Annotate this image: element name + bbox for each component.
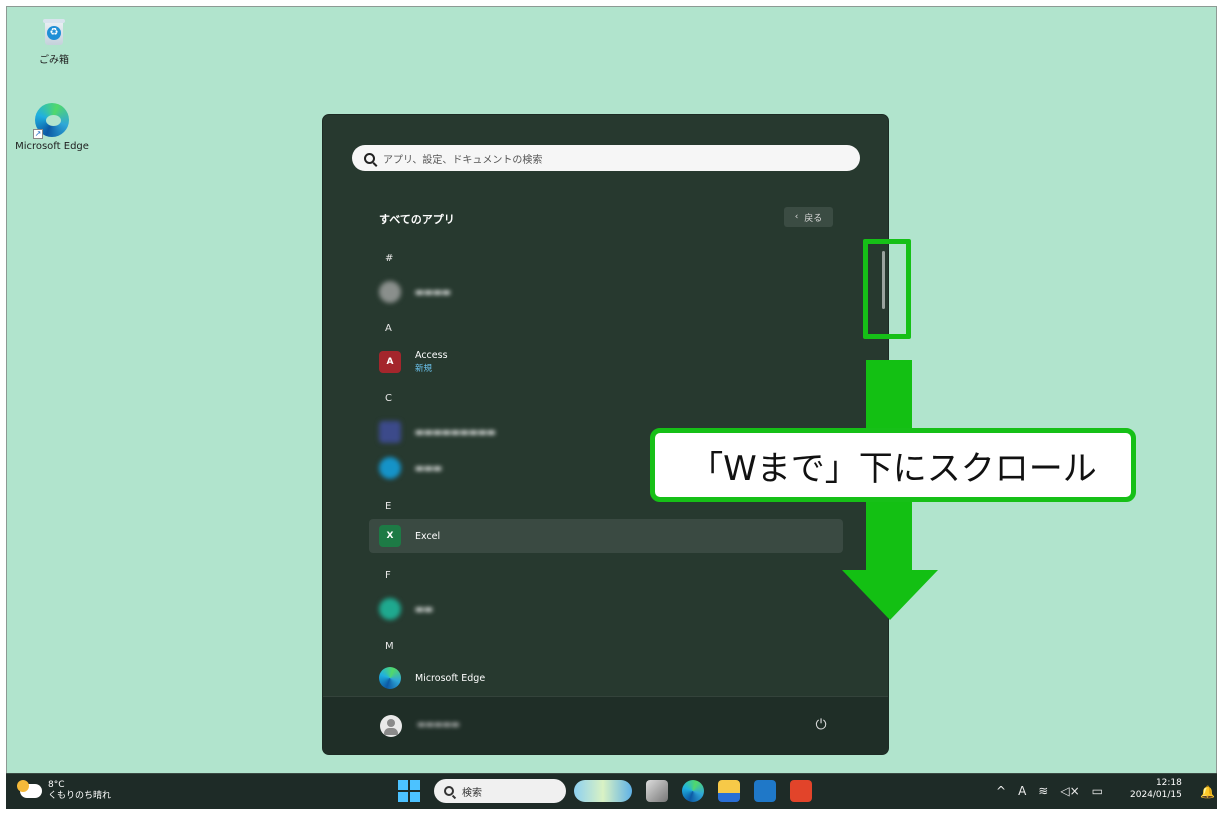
excel-label: Excel [415,530,441,542]
back-button[interactable]: ‹ 戻る [784,207,833,227]
power-icon[interactable]: ⏻ [813,717,829,733]
cortana-icon [379,457,401,479]
desktop-icon-recycle-bin[interactable]: ♻ ごみ箱 [9,17,99,66]
task-view-icon[interactable] [646,780,668,802]
edge-taskbar-icon[interactable] [682,780,704,802]
chevron-left-icon: ‹ [794,212,799,222]
edge-icon: ↗ [33,103,69,139]
start-footer: ▬▬▬▬▬ ⏻ [323,696,888,754]
excel-icon: X [379,525,401,547]
windows-start-icon[interactable] [398,780,420,802]
letter-header[interactable]: M [385,641,394,652]
recycle-bin-label: ごみ箱 [39,55,69,66]
file-explorer-icon[interactable] [718,780,740,802]
scrollbar-highlight-box [863,239,911,339]
letter-header[interactable]: F [385,570,391,581]
clock-time: 12:18 [1155,778,1182,788]
app-label-blurred: ▬▬ [415,603,433,615]
taskbar-search[interactable]: 検索 [434,779,566,803]
system-tray: ^ A ≋ ◁× ▭ [996,784,1103,798]
letter-header[interactable]: E [385,501,391,512]
search-icon [444,786,454,796]
notification-bell-icon[interactable]: 🔔 [1200,785,1215,799]
start-search-box[interactable]: アプリ、設定、ドキュメントの検索 [352,145,860,171]
app-label-blurred: ▬▬▬▬▬▬▬▬▬ [415,426,496,438]
access-text: Access 新規 [415,350,448,374]
letter-header[interactable]: # [385,253,393,264]
back-button-label: 戻る [804,213,823,224]
letter-header[interactable]: C [385,393,392,404]
wifi-icon[interactable]: ≋ [1038,784,1048,798]
app-label-blurred: ▬▬▬ [415,462,442,474]
clock[interactable]: 12:18 2024/01/15 [1130,777,1182,801]
desktop-icon-edge[interactable]: ↗ Microsoft Edge [7,103,97,152]
recycle-bin-icon: ♻ [43,17,65,47]
clipchamp-icon [379,421,401,443]
app-item-family[interactable]: ▬▬ [369,592,843,626]
family-icon [379,598,401,620]
speaker-muted-icon[interactable]: ◁× [1060,784,1079,798]
search-highlight-image[interactable] [574,780,632,802]
all-apps-title: すべてのアプリ [379,213,455,226]
new-badge: 新規 [415,364,433,374]
weather-temp: 8°C [48,780,65,790]
ime-indicator[interactable]: A [1018,784,1026,798]
mail-icon[interactable] [754,780,776,802]
letter-header[interactable]: A [385,323,392,334]
instruction-callout: 「Wまで」下にスクロール [650,428,1136,502]
search-icon [364,152,375,164]
app-item-excel[interactable]: X Excel [369,519,843,553]
battery-icon[interactable]: ▭ [1092,784,1103,798]
user-name[interactable]: ▬▬▬▬▬ [417,720,460,730]
shortcut-arrow-icon: ↗ [33,129,43,139]
clock-date: 2024/01/15 [1130,790,1182,800]
access-icon: A [379,351,401,373]
app-item-calculator[interactable]: ▬▬▬▬ [369,275,843,309]
access-label: Access [415,350,448,361]
start-search-placeholder: アプリ、設定、ドキュメントの検索 [383,154,543,166]
cloudy-weather-icon [17,780,42,798]
chevron-up-icon[interactable]: ^ [996,784,1006,798]
user-avatar-icon[interactable] [380,715,402,737]
arrow-down-icon [842,570,938,620]
weather-desc: くもりのち晴れ [48,791,112,801]
taskbar-center: 検索 [398,779,812,803]
taskbar: 8°C くもりのち晴れ 検索 ^ A ≋ ◁× ▭ 12:18 2024/01/… [6,773,1217,809]
edge-icon [379,667,401,689]
office-icon[interactable] [790,780,812,802]
app-label-blurred: ▬▬▬▬ [415,286,451,298]
weather-widget[interactable]: 8°C くもりのち晴れ [17,780,112,802]
taskbar-search-label: 検索 [462,787,482,799]
edge-app-label: Microsoft Edge [415,672,486,684]
app-item-access[interactable]: A Access 新規 [369,345,843,379]
app-item-microsoft-edge[interactable]: Microsoft Edge [369,661,843,695]
edge-desktop-label: Microsoft Edge [15,141,89,152]
calculator-icon [379,281,401,303]
